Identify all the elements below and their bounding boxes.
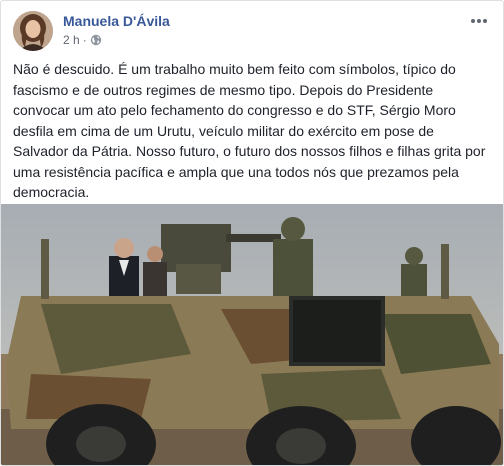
armored-vehicle-photo — [1, 204, 503, 465]
post-header: Manuela D'Ávila 2 h · — [13, 11, 491, 53]
more-options-button[interactable] — [467, 11, 491, 31]
globe-icon[interactable] — [90, 34, 102, 46]
post-card: Manuela D'Ávila 2 h · Não é descuido. É … — [0, 0, 504, 466]
avatar-image — [13, 11, 53, 51]
author-name[interactable]: Manuela D'Ávila — [63, 13, 170, 29]
avatar[interactable] — [13, 11, 53, 51]
post-time[interactable]: 2 h — [63, 33, 80, 47]
post-photo[interactable] — [1, 204, 503, 465]
meta-separator: · — [82, 33, 87, 47]
post-meta: 2 h · — [63, 33, 102, 47]
more-options-icon — [471, 19, 487, 23]
post-text: Não é descuido. É um trabalho muito bem … — [13, 61, 490, 200]
